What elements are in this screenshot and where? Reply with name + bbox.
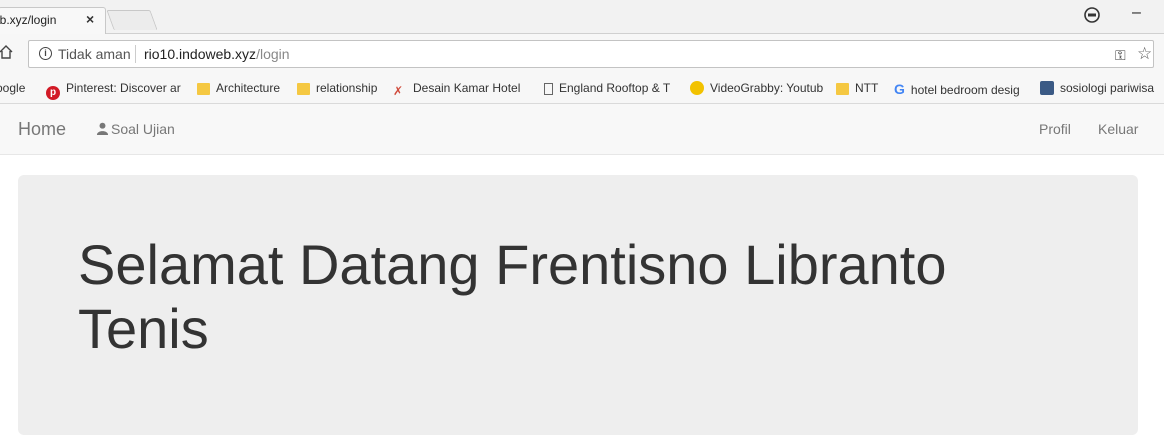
url-host: rio10.indoweb.xyz xyxy=(144,46,257,62)
feather-icon: ✗ xyxy=(393,84,404,98)
bookmark-pinterest[interactable]: p Pinterest: Discover ar xyxy=(46,81,181,100)
videograbby-icon xyxy=(690,81,704,95)
tab-close-icon[interactable]: × xyxy=(86,11,94,27)
address-bar-row: i Tidak aman rio10.indoweb.xyz/login ⚿ ☆ xyxy=(0,34,1164,74)
bookmark-sosiologi[interactable]: sosiologi pariwisa xyxy=(1040,81,1154,95)
omnibox-divider xyxy=(135,45,136,63)
bookmark-google[interactable]: oogle xyxy=(0,81,25,95)
bookmark-label: Architecture xyxy=(216,81,281,95)
bookmarks-bar: oogle p Pinterest: Discover ar Architectu… xyxy=(0,74,1164,104)
bookmark-videograbby[interactable]: VideoGrabby: Youtub xyxy=(690,81,823,95)
bookmark-star-icon[interactable]: ☆ xyxy=(1137,44,1152,64)
nav-soal-ujian-label: Soal Ujian xyxy=(111,121,175,137)
nav-soal-ujian-link[interactable]: Soal Ujian xyxy=(96,121,175,137)
bookmark-label: oogle xyxy=(0,81,26,95)
profile-icon[interactable] xyxy=(1084,7,1100,23)
browser-tab-strip: eb.xyz/login × – xyxy=(0,0,1164,34)
bookmark-label: sosiologi pariwisa xyxy=(1060,81,1155,95)
bookmark-architecture[interactable]: Architecture xyxy=(197,81,280,95)
bookmark-england-rooftop[interactable]: England Rooftop & T xyxy=(544,81,670,95)
bookmark-label: Desain Kamar Hotel xyxy=(413,81,521,95)
bookmark-label: relationship xyxy=(316,81,378,95)
pinterest-icon: p xyxy=(46,86,60,100)
nav-keluar-link[interactable]: Keluar xyxy=(1098,121,1138,137)
url-text[interactable]: rio10.indoweb.xyz/login xyxy=(144,46,290,62)
google-icon: G xyxy=(894,81,905,97)
info-icon[interactable]: i xyxy=(39,47,52,60)
jumbotron: Selamat Datang Frentisno Libranto Tenis xyxy=(18,175,1138,435)
folder-icon xyxy=(197,83,210,95)
nav-home-link[interactable]: Home xyxy=(18,119,66,140)
folder-icon xyxy=(836,83,849,95)
nav-profil-link[interactable]: Profil xyxy=(1039,121,1071,137)
home-icon[interactable] xyxy=(0,44,14,60)
page-icon xyxy=(544,83,553,95)
key-icon[interactable]: ⚿ xyxy=(1115,47,1126,64)
minimize-button[interactable]: – xyxy=(1132,4,1141,22)
folder-icon xyxy=(297,83,310,95)
tab-title: eb.xyz/login xyxy=(0,13,57,27)
bookmark-label: NTT xyxy=(855,81,879,95)
bookmark-label: Pinterest: Discover ar xyxy=(66,81,181,95)
new-tab-button[interactable] xyxy=(106,10,158,30)
bookmark-label: hotel bedroom desig xyxy=(910,83,1020,97)
security-label[interactable]: Tidak aman xyxy=(58,46,131,62)
bookmark-desain-kamar[interactable]: ✗ Desain Kamar Hotel xyxy=(393,81,520,98)
bookmark-label: VideoGrabby: Youtub xyxy=(710,81,824,95)
bookmark-relationship[interactable]: relationship xyxy=(297,81,377,95)
app-navbar: Home Soal Ujian Profil Keluar xyxy=(0,104,1164,155)
user-icon xyxy=(96,122,109,135)
omnibox[interactable]: i Tidak aman rio10.indoweb.xyz/login ⚿ ☆ xyxy=(28,40,1154,68)
bookmark-label: England Rooftop & T xyxy=(559,81,671,95)
image-icon xyxy=(1040,81,1054,95)
browser-tab[interactable]: eb.xyz/login × xyxy=(0,7,106,34)
bookmark-ntt[interactable]: NTT xyxy=(836,81,878,95)
bookmark-hotel-bedroom[interactable]: Ghotel bedroom desig xyxy=(894,81,1020,97)
url-path: /login xyxy=(256,46,290,62)
welcome-heading: Selamat Datang Frentisno Libranto Tenis xyxy=(78,233,947,360)
